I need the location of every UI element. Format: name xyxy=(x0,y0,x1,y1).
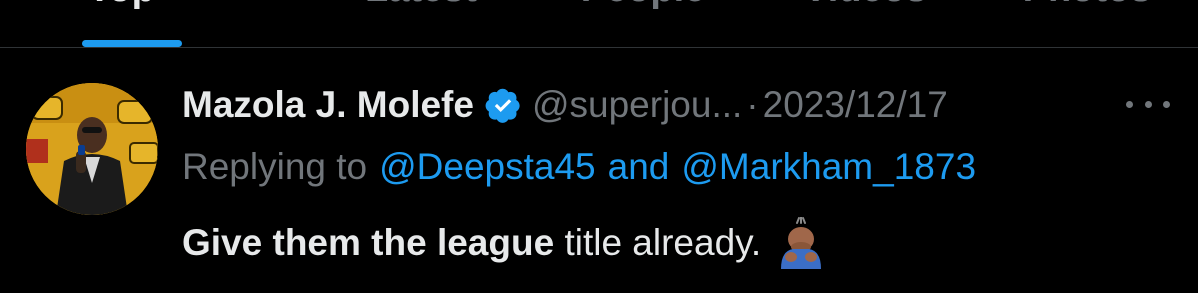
tweet-text-bold: Give them the league xyxy=(182,222,555,263)
active-tab-indicator xyxy=(82,40,182,47)
tab-label: Photos xyxy=(1023,0,1152,11)
avatar-image xyxy=(26,83,158,215)
tab-label: Latest xyxy=(365,0,477,11)
avatar[interactable] xyxy=(26,83,158,215)
mention-and[interactable]: and xyxy=(608,146,670,188)
search-results-page: Top Latest People Videos Photos xyxy=(0,0,1198,293)
verified-badge-icon xyxy=(485,88,520,123)
more-options-icon[interactable] xyxy=(1126,96,1170,112)
tab-label: People xyxy=(581,0,706,11)
tweet-header: Mazola J. Molefe @superjou... · 2023/12/… xyxy=(182,82,948,128)
person-bowing-emoji xyxy=(781,217,822,269)
replying-to-label: Replying to xyxy=(182,146,368,187)
tab-latest[interactable]: Latest xyxy=(310,0,532,46)
display-name[interactable]: Mazola J. Molefe xyxy=(182,84,474,126)
tab-photos[interactable]: Photos xyxy=(976,0,1198,46)
tweet-text-regular: title already. xyxy=(554,222,762,263)
more-dot xyxy=(1144,100,1152,108)
tab-label: Top xyxy=(88,0,155,11)
more-dot xyxy=(1126,100,1133,108)
replying-to-line: Replying to @Deepsta45 and @Markham_1873 xyxy=(182,144,976,190)
user-handle[interactable]: @superjou... xyxy=(532,84,742,126)
tab-videos[interactable]: Videos xyxy=(754,0,976,46)
mention-link[interactable]: @Deepsta45 xyxy=(379,146,596,188)
tab-people[interactable]: People xyxy=(532,0,754,46)
tab-label: Videos xyxy=(803,0,927,11)
tabs-divider xyxy=(0,47,1198,48)
separator-dot: · xyxy=(746,84,759,125)
more-dot xyxy=(1163,100,1170,108)
tab-top[interactable]: Top xyxy=(0,0,310,47)
tweet-text: Give them the league title already. xyxy=(182,217,827,269)
tweet-date[interactable]: 2023/12/17 xyxy=(763,84,948,126)
search-tabs: Top Latest People Videos Photos xyxy=(0,0,1198,47)
mention-link[interactable]: @Markham_1873 xyxy=(681,146,976,188)
